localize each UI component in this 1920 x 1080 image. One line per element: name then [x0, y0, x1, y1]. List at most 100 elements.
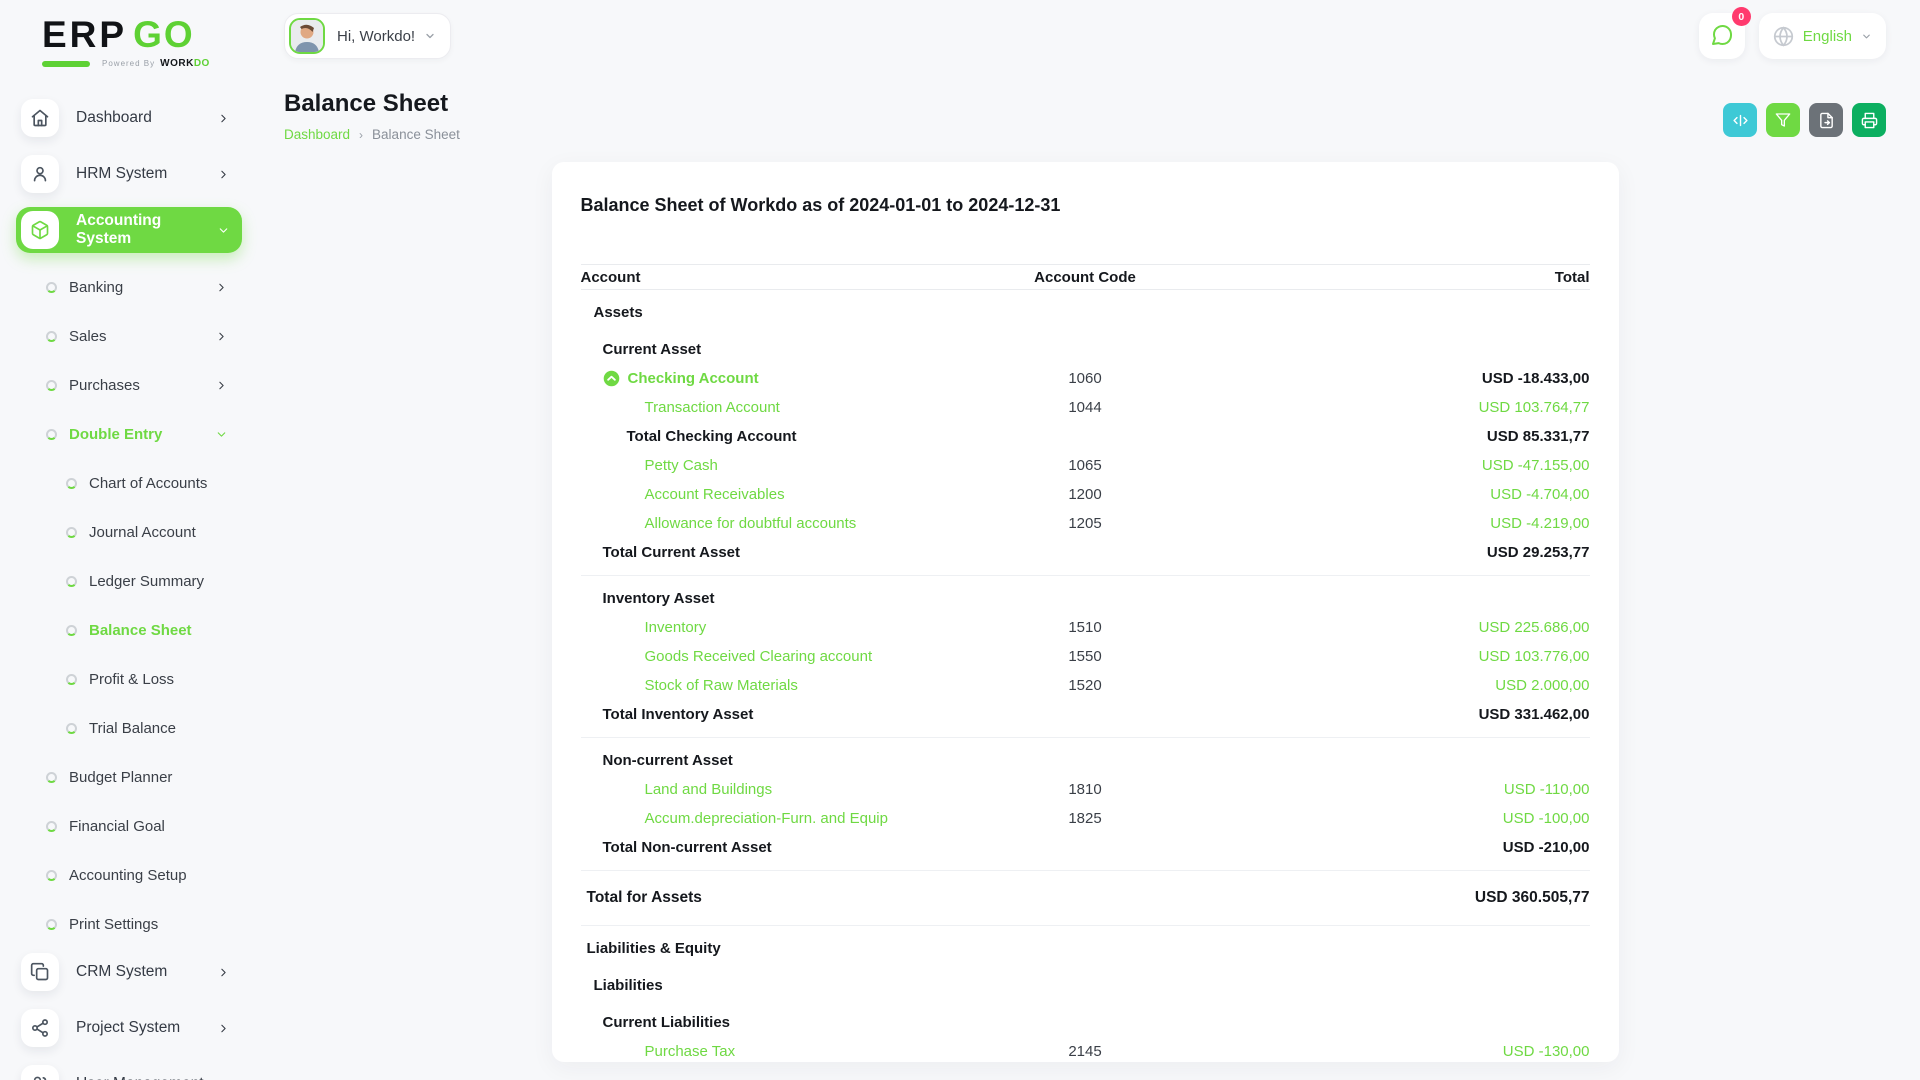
- filter-icon: [1775, 112, 1791, 128]
- sidebar-item-journal-account[interactable]: Journal Account: [0, 508, 260, 557]
- sidebar-item-print-settings[interactable]: Print Settings: [0, 900, 260, 949]
- sidebar-nav: Dashboard HRM System Accounting System Bank…: [0, 95, 260, 1080]
- code-compare-icon: [1732, 112, 1749, 129]
- filter-button[interactable]: [1766, 103, 1800, 137]
- breadcrumb-dashboard-link[interactable]: Dashboard: [284, 127, 350, 142]
- sidebar-item-dashboard[interactable]: Dashboard: [16, 95, 242, 141]
- sidebar-item-label: Trial Balance: [89, 720, 176, 737]
- account-label[interactable]: Petty Cash: [581, 457, 956, 474]
- breadcrumb-separator-icon: ›: [359, 127, 364, 142]
- account-label[interactable]: Purchase Tax: [581, 1043, 956, 1060]
- account-label: Assets: [593, 304, 643, 321]
- account-label: Non-current Asset: [602, 752, 733, 769]
- account-label[interactable]: Goods Received Clearing account: [581, 648, 956, 665]
- bullet-icon: [66, 576, 77, 587]
- account-code: 1200: [1068, 486, 1102, 503]
- messages-button[interactable]: 0: [1698, 7, 1751, 59]
- account-total: USD 29.253,77: [1486, 544, 1590, 561]
- user-menu-button[interactable]: Hi, Workdo!: [284, 13, 452, 59]
- account-label[interactable]: Transaction Account: [581, 399, 956, 416]
- account-total: USD -4.219,00: [1490, 515, 1590, 532]
- language-selector[interactable]: English: [1758, 13, 1886, 59]
- column-header-account-code: Account Code: [1034, 268, 1136, 286]
- page-title: Balance Sheet: [284, 90, 449, 117]
- notification-badge: 0: [1731, 7, 1751, 26]
- account-label: Total Current Asset: [602, 544, 741, 561]
- sidebar-item-double-entry[interactable]: Double Entry: [0, 410, 260, 459]
- account-label[interactable]: Land and Buildings: [581, 781, 956, 798]
- sidebar-item-profit-loss[interactable]: Profit & Loss: [0, 655, 260, 704]
- powered-by-label: Powered By: [102, 59, 156, 68]
- account-label[interactable]: Allowance for doubtful accounts: [581, 515, 956, 532]
- chevron-down-icon: [215, 428, 228, 441]
- chevron-right-icon: [217, 966, 230, 979]
- account-code: 1044: [1068, 399, 1102, 416]
- account-code: 2145: [1068, 1043, 1102, 1060]
- app-layout: ERP GO Powered By WORKDO Dashboard HRM Sy…: [0, 0, 1920, 1080]
- account-label[interactable]: Account Receivables: [581, 486, 956, 503]
- project-system-icon: [21, 1009, 59, 1047]
- balance-sheet-table: Account Account Code Total Assets Current…: [580, 264, 1590, 1066]
- account-label: Inventory Asset: [602, 590, 715, 607]
- chevron-down-icon: [217, 224, 230, 237]
- sidebar-item-budget-planner[interactable]: Budget Planner: [0, 753, 260, 802]
- column-header-account: Account: [580, 268, 641, 286]
- sidebar-item-accounting-system[interactable]: Accounting System: [16, 207, 242, 253]
- account-label: Liabilities & Equity: [586, 940, 721, 957]
- account-label: Total for Assets: [586, 889, 702, 906]
- sidebar-item-project-system[interactable]: Project System: [16, 1005, 242, 1051]
- table-header-row: Account Account Code Total: [580, 264, 1590, 290]
- print-button[interactable]: [1852, 103, 1886, 137]
- bullet-icon: [46, 429, 57, 440]
- account-total: USD 225.686,00: [1478, 619, 1590, 636]
- table-row-assets: Assets: [581, 298, 1590, 327]
- brand-logo[interactable]: ERP GO Powered By WORKDO: [0, 14, 260, 69]
- bullet-icon: [46, 870, 57, 881]
- topbar-right-controls: 0 English: [1698, 7, 1886, 59]
- account-label[interactable]: Stock of Raw Materials: [581, 677, 956, 694]
- table-row-total-current-asset: Total Current Asset USD 29.253,77: [581, 538, 1590, 567]
- code-compare-button[interactable]: [1723, 103, 1757, 137]
- page-title-block: Balance Sheet Dashboard › Balance Sheet: [284, 90, 460, 142]
- file-export-button[interactable]: [1809, 103, 1843, 137]
- sidebar-item-label: Chart of Accounts: [89, 475, 208, 492]
- column-header-total: Total: [1554, 268, 1590, 286]
- sidebar-item-label: Balance Sheet: [89, 622, 192, 639]
- sidebar-item-balance-sheet[interactable]: Balance Sheet: [0, 606, 260, 655]
- table-row-transaction-account: Transaction Account 1044 USD 103.764,77: [581, 393, 1590, 422]
- account-code: 1810: [1068, 781, 1102, 798]
- sidebar-item-user-management[interactable]: User Management: [16, 1061, 242, 1080]
- table-row-liabilities: Liabilities: [581, 971, 1590, 1000]
- hrm-system-icon: [21, 155, 59, 193]
- chevron-right-icon: [215, 379, 228, 392]
- account-total: USD -110,00: [1503, 781, 1590, 798]
- table-row-total-inventory-asset: Total Inventory Asset USD 331.462,00: [581, 700, 1590, 729]
- chevron-down-icon: [1861, 31, 1872, 42]
- sidebar-item-label: Accounting Setup: [69, 867, 187, 884]
- chevron-right-icon: [215, 330, 228, 343]
- account-label[interactable]: Accum.depreciation-Furn. and Equip: [581, 810, 956, 827]
- sidebar-item-hrm-system[interactable]: HRM System: [16, 151, 242, 197]
- table-body: Assets Current Asset Checking Account 1060 U…: [580, 298, 1590, 1066]
- sidebar-item-banking[interactable]: Banking: [0, 263, 260, 312]
- sidebar-item-crm-system[interactable]: CRM System: [16, 949, 242, 995]
- sidebar-item-ledger-summary[interactable]: Ledger Summary: [0, 557, 260, 606]
- bullet-icon: [46, 821, 57, 832]
- account-label: Total Checking Account: [626, 428, 797, 445]
- sidebar-item-chart-of-accounts[interactable]: Chart of Accounts: [0, 459, 260, 508]
- bullet-icon: [66, 723, 77, 734]
- account-label[interactable]: Checking Account: [581, 370, 956, 387]
- account-total: USD -4.704,00: [1490, 486, 1590, 503]
- greeting-label: Hi, Workdo!: [337, 27, 416, 45]
- sidebar-item-label: Print Settings: [69, 916, 159, 933]
- sidebar-item-financial-goal[interactable]: Financial Goal: [0, 802, 260, 851]
- sidebar-item-label: User Management: [76, 1075, 204, 1080]
- sidebar-item-accounting-setup[interactable]: Accounting Setup: [0, 851, 260, 900]
- sidebar-item-trial-balance[interactable]: Trial Balance: [0, 704, 260, 753]
- page-header: Balance Sheet Dashboard › Balance Sheet: [284, 90, 1886, 142]
- table-row-current-asset: Current Asset: [581, 335, 1590, 364]
- sidebar-item-purchases[interactable]: Purchases: [0, 361, 260, 410]
- section-divider: [580, 870, 1590, 871]
- account-label[interactable]: Inventory: [581, 619, 956, 636]
- sidebar-item-sales[interactable]: Sales: [0, 312, 260, 361]
